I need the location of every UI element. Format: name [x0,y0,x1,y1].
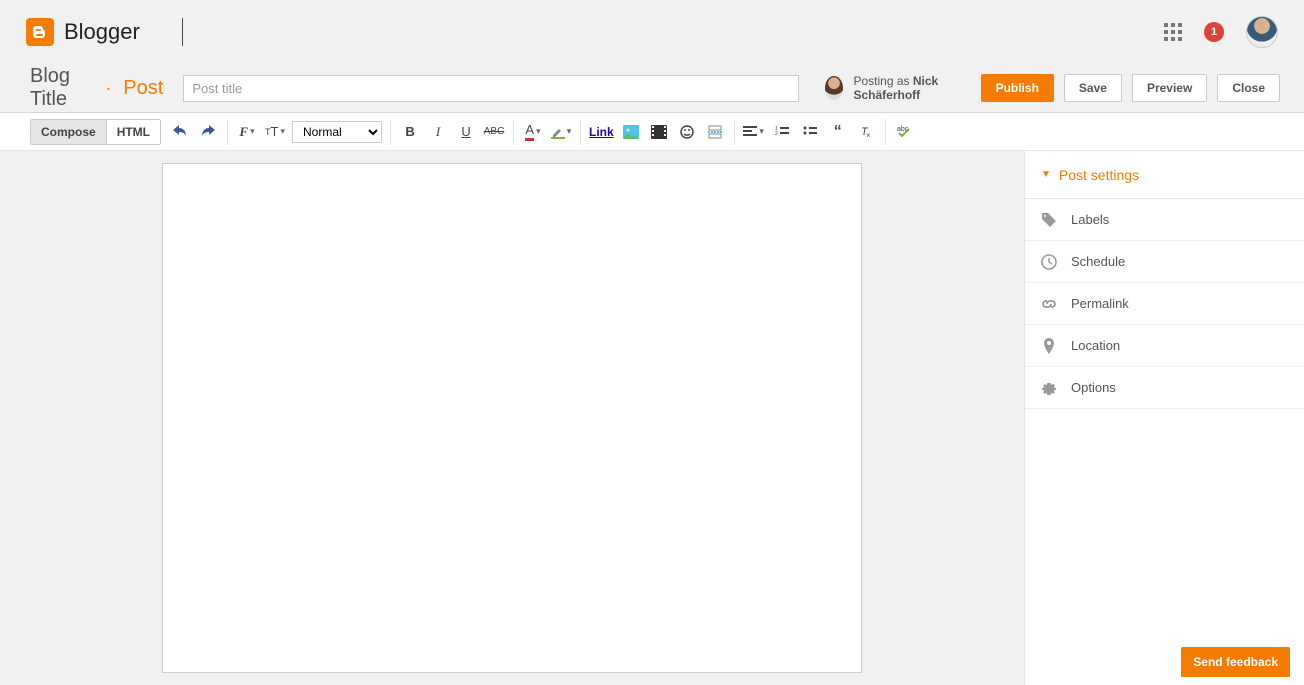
action-buttons: Publish Save Preview Close [981,74,1280,102]
send-feedback-button[interactable]: Send feedback [1181,647,1290,677]
spellcheck-icon[interactable]: abc [894,121,916,143]
svg-text:2: 2 [775,131,778,137]
sidebar-item-label: Labels [1071,212,1109,227]
heading-select[interactable]: Normal [292,121,382,143]
numbered-list-icon[interactable]: 12 [771,121,793,143]
logo-text: Blogger [64,19,140,45]
gear-icon [1041,380,1057,396]
tag-icon [1041,212,1057,228]
sidebar-item-permalink[interactable]: Permalink [1025,283,1304,325]
bold-icon[interactable]: B [399,121,421,143]
text-style-group: B I U ABC [391,119,514,145]
sidebar-item-label: Schedule [1071,254,1125,269]
blog-title: Blog Title [30,65,93,111]
sidebar-header[interactable]: ▼ Post settings [1025,151,1304,199]
pin-icon [1041,338,1057,354]
quote-icon[interactable]: “ [827,121,849,143]
sidebar-item-label: Options [1071,380,1116,395]
sidebar-item-label: Permalink [1071,296,1129,311]
title-separator: · [105,78,111,99]
undo-icon[interactable] [169,121,191,143]
italic-icon[interactable]: I [427,121,449,143]
save-button[interactable]: Save [1064,74,1122,102]
post-title-input[interactable] [183,75,799,102]
post-breadcrumb: Post [123,77,163,100]
user-avatar[interactable] [1246,16,1278,48]
font-group: F TT Normal [228,119,391,145]
sidebar-item-label: Location [1071,338,1120,353]
emoji-icon[interactable] [676,121,698,143]
editor-mode-tabs: Compose HTML [30,119,161,145]
svg-text:abc: abc [897,126,909,133]
html-tab[interactable]: HTML [107,119,161,145]
posting-as-prefix: Posting as [853,74,912,88]
insert-group: Link [581,119,735,145]
header-divider [182,18,183,46]
color-group: A [514,119,581,145]
highlight-icon[interactable] [550,121,572,143]
editor-wrap [0,151,1024,685]
font-size-icon[interactable]: TT [264,121,286,143]
undo-redo-group [161,119,228,145]
link-icon [1041,296,1057,312]
strikethrough-icon[interactable]: ABC [483,121,505,143]
main-area: ▼ Post settings Labels Schedule Permalin… [0,151,1304,685]
top-right-controls: 1 [1164,16,1278,48]
blogger-logo-icon [26,18,54,46]
remove-format-icon[interactable]: T× [855,121,877,143]
author-avatar-icon [825,76,843,100]
preview-button[interactable]: Preview [1132,74,1207,102]
clock-icon [1041,254,1057,270]
sidebar-item-options[interactable]: Options [1025,367,1304,409]
text-color-icon[interactable]: A [522,121,544,143]
sub-header: Blog Title · Post Posting as Nick Schäfe… [0,64,1304,113]
sidebar-header-label: Post settings [1059,167,1139,183]
notifications-badge[interactable]: 1 [1204,22,1224,42]
close-button[interactable]: Close [1217,74,1280,102]
svg-text:×: × [866,131,871,139]
sidebar-item-labels[interactable]: Labels [1025,199,1304,241]
caret-down-icon: ▼ [1041,169,1051,180]
compose-tab[interactable]: Compose [30,119,107,145]
image-icon[interactable] [620,121,642,143]
video-icon[interactable] [648,121,670,143]
logo-area: Blogger [26,18,183,46]
bullet-list-icon[interactable] [799,121,821,143]
sidebar-item-schedule[interactable]: Schedule [1025,241,1304,283]
paragraph-group: 12 “ T× [735,119,886,145]
publish-button[interactable]: Publish [981,74,1054,102]
link-button[interactable]: Link [589,125,614,139]
jump-break-icon[interactable] [704,121,726,143]
spell-group: abc [886,119,924,145]
sidebar-item-location[interactable]: Location [1025,325,1304,367]
redo-icon[interactable] [197,121,219,143]
align-icon[interactable] [743,121,765,143]
underline-icon[interactable]: U [455,121,477,143]
posting-as-label: Posting as Nick Schäferhoff [853,74,970,102]
editor-toolbar: Compose HTML F TT Normal B I U ABC A Lin… [0,113,1304,151]
post-settings-sidebar: ▼ Post settings Labels Schedule Permalin… [1024,151,1304,685]
font-family-icon[interactable]: F [236,121,258,143]
editor-canvas[interactable] [162,163,862,673]
top-header: Blogger 1 [0,0,1304,64]
author-area: Posting as Nick Schäferhoff [825,74,970,102]
google-apps-icon[interactable] [1164,23,1182,41]
